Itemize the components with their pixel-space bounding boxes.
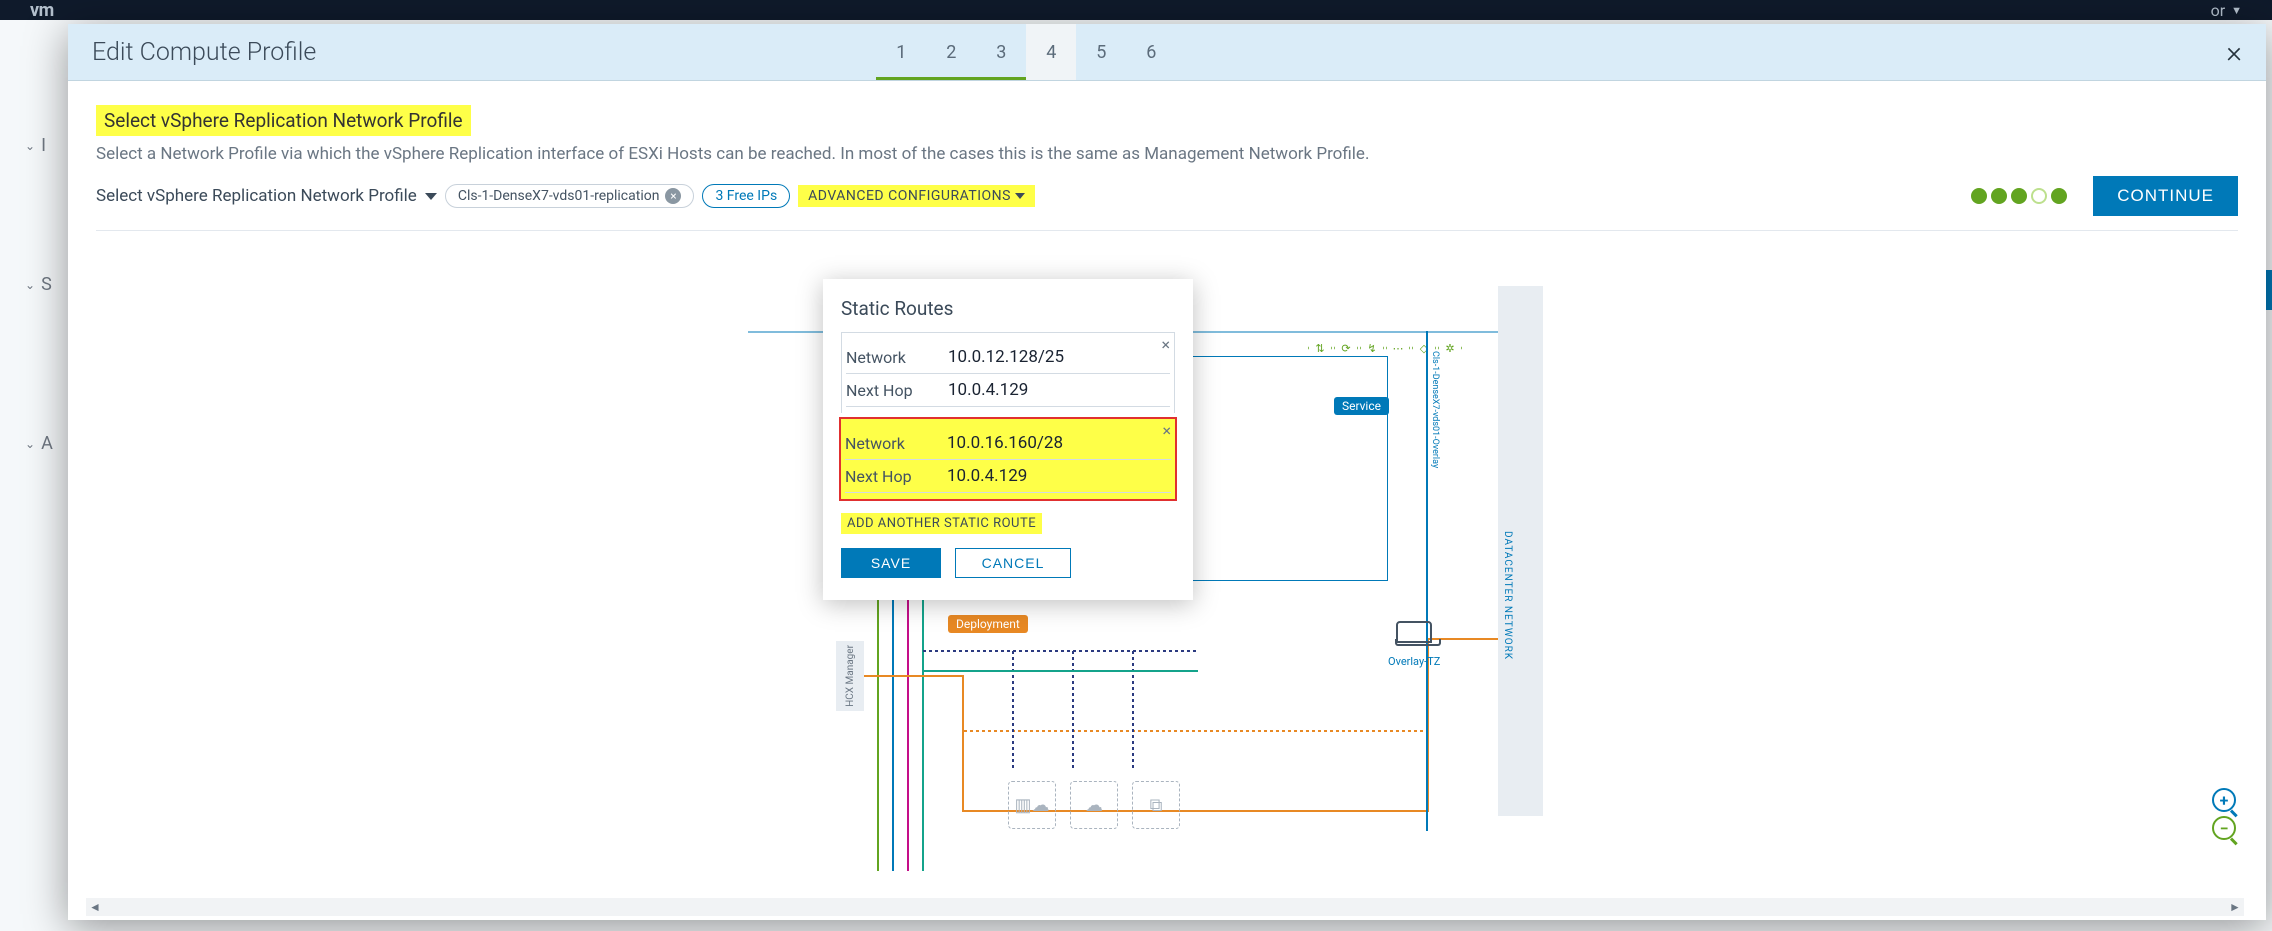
- deployment-badge: Deployment: [948, 615, 1028, 633]
- appliance-row: ▥☁ ☁ ⧉: [1008, 781, 1180, 829]
- selected-profile-label: Cls-1-DenseX7-vds01-replication: [458, 188, 660, 204]
- cluster-boundary-label: Cls-1-DenseX7-vds01-Overlay: [1430, 351, 1440, 468]
- popover-title: Static Routes: [841, 297, 1175, 320]
- modal-title: Edit Compute Profile: [92, 38, 316, 67]
- cluster-boundary-line: [1426, 331, 1428, 831]
- tab-step-4[interactable]: 4: [1026, 24, 1076, 80]
- bg-row-3: ⌄A: [25, 433, 53, 454]
- route-network-input[interactable]: 10.0.16.160/28: [947, 433, 1063, 453]
- route-nexthop-input[interactable]: 10.0.4.129: [948, 380, 1028, 400]
- zoom-in-button[interactable]: +: [2212, 788, 2236, 812]
- chevron-down-icon: ▼: [2231, 4, 2242, 17]
- service-badge: Service: [1334, 397, 1389, 415]
- popover-buttons: SAVE CANCEL: [841, 548, 1175, 578]
- appliance-icon: ☁: [1070, 781, 1118, 829]
- selected-profile-pill[interactable]: Cls-1-DenseX7-vds01-replication ×: [445, 184, 695, 208]
- advanced-configurations-link[interactable]: ADVANCED CONFIGURATIONS: [798, 185, 1035, 207]
- status-indicator: [1971, 188, 2067, 204]
- datacenter-label: DATACENTER NETWORK: [1502, 531, 1513, 660]
- add-static-route-link[interactable]: ADD ANOTHER STATIC ROUTE: [841, 513, 1042, 534]
- caret-icon: ⌄: [25, 278, 35, 292]
- app-header: vm or ▼: [0, 0, 2272, 20]
- status-dot-icon: [2031, 188, 2047, 204]
- tab-step-2[interactable]: 2: [926, 24, 976, 80]
- static-route-1: × Network 10.0.12.128/25 Next Hop 10.0.4…: [841, 332, 1175, 413]
- hcx-manager-node: HCX Manager: [836, 641, 864, 711]
- appliance-icon: ⧉: [1132, 781, 1180, 829]
- tab-step-3[interactable]: 3: [976, 24, 1026, 80]
- modal-body: Select vSphere Replication Network Profi…: [68, 81, 2266, 920]
- close-icon[interactable]: ×: [1161, 335, 1170, 354]
- continue-button[interactable]: CONTINUE: [2093, 176, 2238, 216]
- user-name-fragment: or: [2211, 1, 2226, 20]
- caret-icon: ⌄: [25, 437, 35, 451]
- free-ips-pill[interactable]: 3 Free IPs: [702, 184, 790, 208]
- scroll-track[interactable]: [104, 900, 2226, 914]
- bg-row-2: ⌄S: [25, 274, 52, 295]
- close-icon[interactable]: ×: [2226, 35, 2242, 70]
- route-network-row: Network 10.0.16.160/28: [845, 427, 1171, 460]
- caret-icon: ⌄: [25, 139, 35, 153]
- remove-pill-icon[interactable]: ×: [665, 188, 681, 204]
- section-description: Select a Network Profile via which the v…: [96, 144, 2238, 164]
- scroll-left-icon[interactable]: ◄: [86, 900, 104, 914]
- route-network-row: Network 10.0.12.128/25: [846, 341, 1170, 374]
- router-icon: [1396, 621, 1432, 643]
- user-menu[interactable]: or ▼: [2211, 1, 2242, 20]
- save-button[interactable]: SAVE: [841, 548, 941, 578]
- overlay-tz-node: Overlay-TZ: [1388, 621, 1440, 668]
- tab-step-1[interactable]: 1: [876, 24, 926, 80]
- appliance-icon: ▥☁: [1008, 781, 1056, 829]
- close-icon[interactable]: ×: [1162, 421, 1171, 440]
- wizard-tabs: 1 2 3 4 5 6: [876, 24, 1176, 80]
- logo: vm: [30, 0, 54, 21]
- hex-icon: ✲: [1438, 336, 1462, 360]
- scroll-right-icon[interactable]: ►: [2226, 900, 2244, 914]
- edit-compute-profile-modal: Edit Compute Profile 1 2 3 4 5 6 × Selec…: [68, 24, 2266, 920]
- profile-select-dropdown[interactable]: Select vSphere Replication Network Profi…: [96, 186, 437, 206]
- tab-step-6[interactable]: 6: [1126, 24, 1176, 80]
- status-dot-icon: [1991, 188, 2007, 204]
- status-dot-icon: [2051, 188, 2067, 204]
- route-network-label: Network: [845, 434, 947, 453]
- horizontal-scrollbar[interactable]: ◄ ►: [86, 898, 2244, 916]
- route-nexthop-row: Next Hop 10.0.4.129: [846, 374, 1170, 407]
- static-routes-popover: Static Routes × Network 10.0.12.128/25 N…: [823, 279, 1193, 600]
- route-nexthop-input[interactable]: 10.0.4.129: [947, 466, 1027, 486]
- route-nexthop-row: Next Hop 10.0.4.129: [845, 460, 1171, 493]
- section-title: Select vSphere Replication Network Profi…: [96, 105, 471, 136]
- bg-row-1: ⌄I: [25, 135, 46, 156]
- status-dot-icon: [1971, 188, 1987, 204]
- zoom-out-button[interactable]: −: [2212, 816, 2236, 840]
- route-nexthop-label: Next Hop: [845, 467, 947, 486]
- profile-select-row: Select vSphere Replication Network Profi…: [96, 176, 2238, 231]
- route-nexthop-label: Next Hop: [846, 381, 948, 400]
- hex-icon: ⋯: [1386, 336, 1410, 360]
- route-network-input[interactable]: 10.0.12.128/25: [948, 347, 1064, 367]
- overlay-tz-label: Overlay-TZ: [1388, 655, 1440, 668]
- zoom-controls: + −: [2212, 788, 2236, 840]
- static-route-2: × Network 10.0.16.160/28 Next Hop 10.0.4…: [841, 419, 1175, 499]
- route-network-label: Network: [846, 348, 948, 367]
- status-dot-icon: [2011, 188, 2027, 204]
- modal-titlebar: Edit Compute Profile 1 2 3 4 5 6 ×: [68, 24, 2266, 81]
- cancel-button[interactable]: CANCEL: [955, 548, 1071, 578]
- tab-step-5[interactable]: 5: [1076, 24, 1126, 80]
